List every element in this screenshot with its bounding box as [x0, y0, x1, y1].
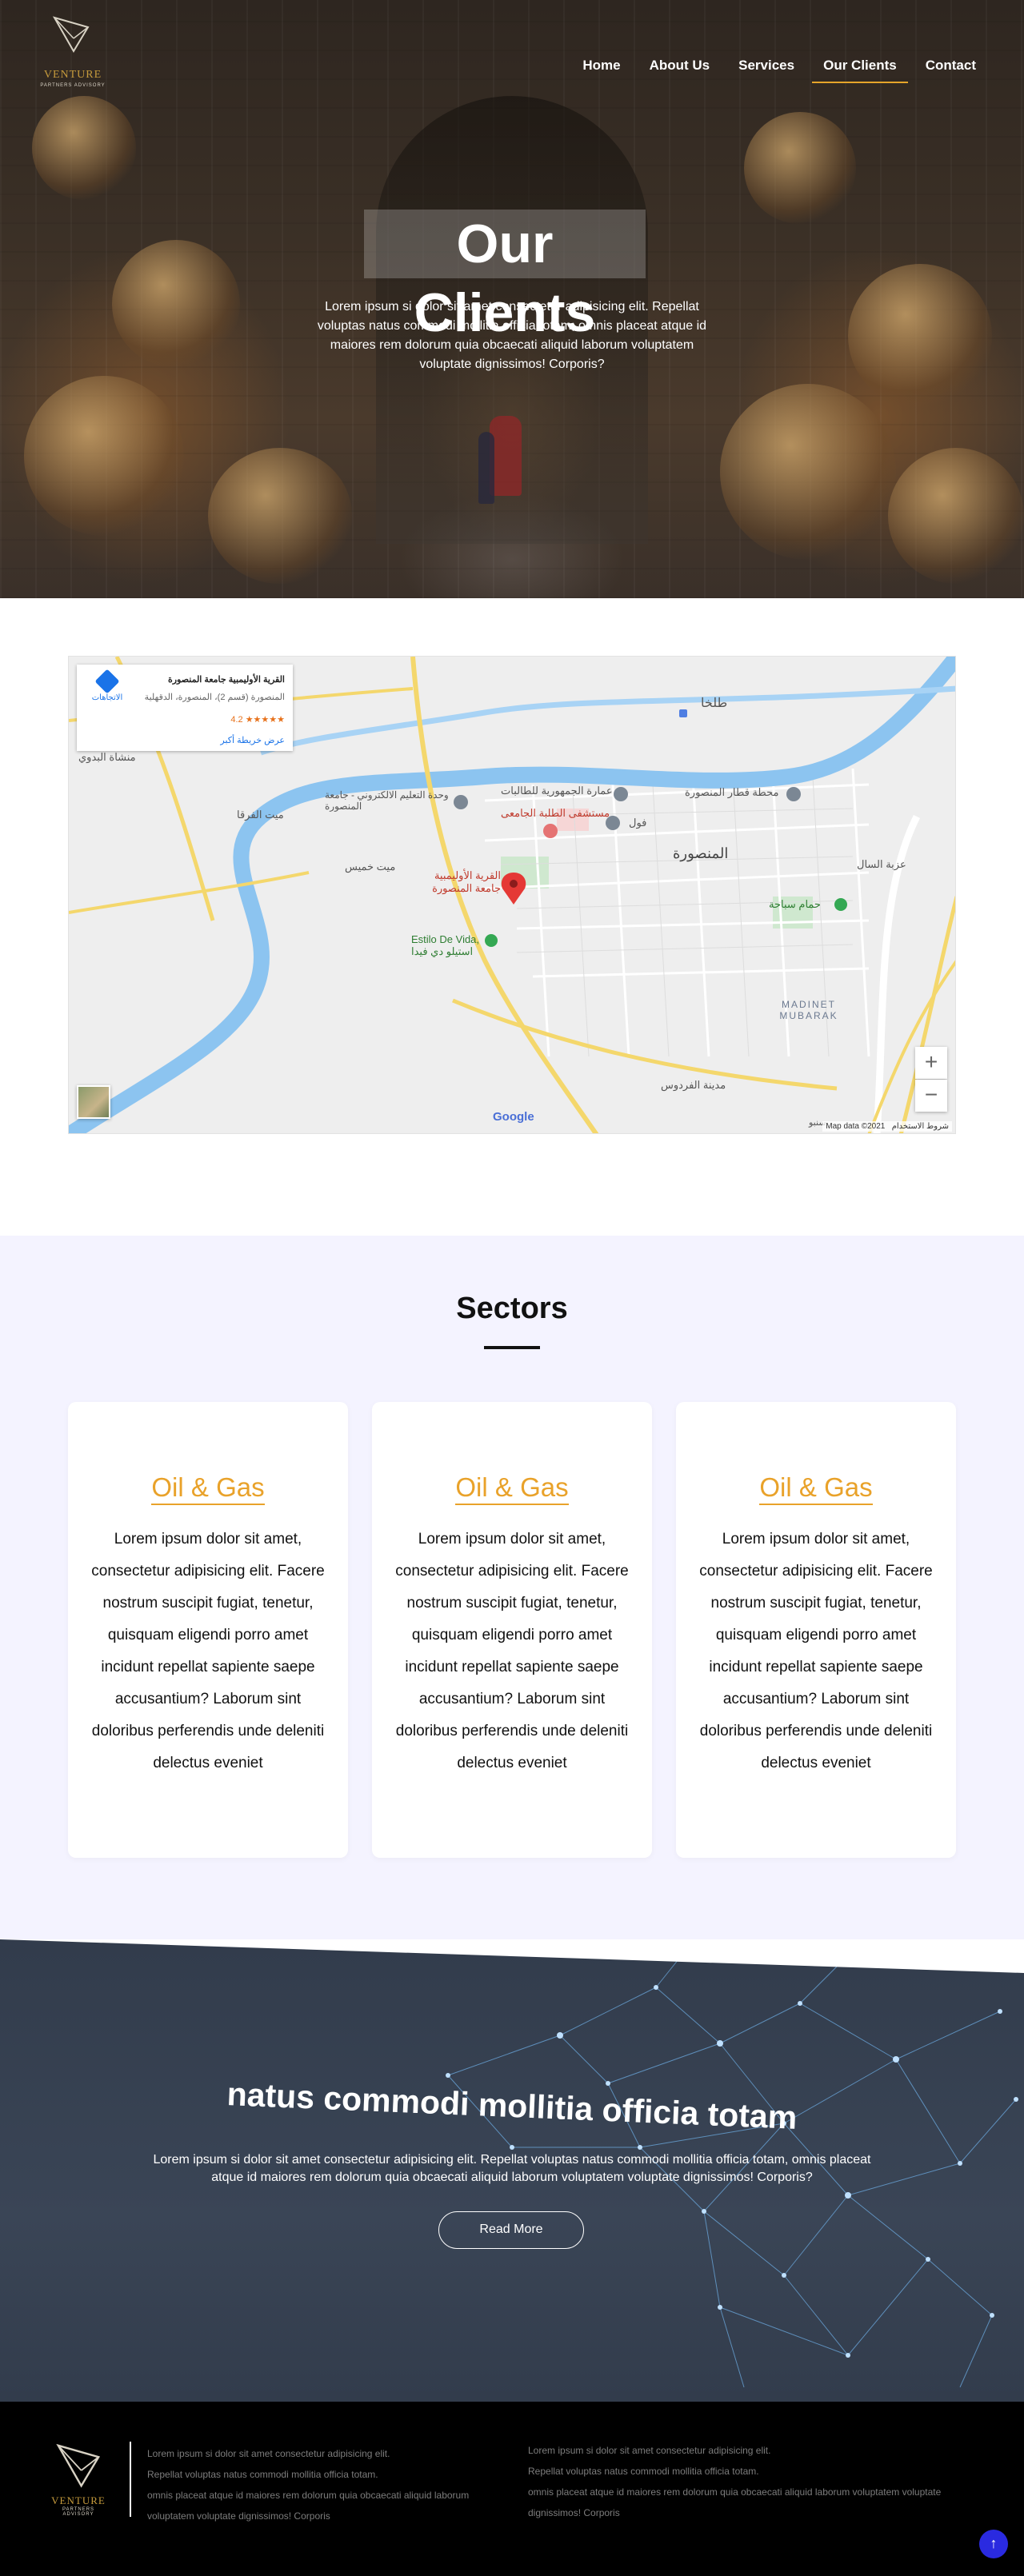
logo-tagline: PARTNERS ADVISORY [40, 83, 106, 88]
main-nav: Home About Us Services Our Clients Conta… [565, 58, 987, 83]
hero-lamp [744, 112, 856, 224]
scroll-to-top-button[interactable]: ↑ [979, 2530, 1008, 2558]
arrow-up-icon: ↑ [990, 2535, 998, 2551]
place-address: المنصورة (قسم 2)، المنصورة، الدقهلية [144, 693, 285, 702]
map-label-madinet-mubarak: MADINET MUBARAK [779, 999, 838, 1021]
hero-lamp [24, 376, 184, 536]
directions-icon [94, 669, 120, 694]
nav-about-us[interactable]: About Us [638, 58, 722, 83]
sector-card-title: Oil & Gas [68, 1472, 348, 1505]
logo-name: VENTURE [43, 69, 102, 81]
map-label-ferdous: مدينة الفردوس [661, 1079, 726, 1091]
nav-home[interactable]: Home [571, 58, 631, 83]
hero-lamp [848, 264, 992, 408]
footer-logo-name: VENTURE [51, 2494, 106, 2506]
google-logo: Google [493, 1110, 534, 1124]
map-label-fool: فول [629, 817, 647, 829]
footer-text-right: Lorem ipsum si dolor sit amet consectetu… [528, 2445, 942, 2518]
place-title: القرية الأوليمبية جامعة المنصورة [167, 675, 285, 685]
map-label-estilo: Estilo De Vida, استيلو دي فيدا [411, 933, 480, 957]
footer: VENTURE PARTNERS ADVISORY Lorem ipsum si… [0, 2402, 1024, 2576]
map-label-dorm: عمارة الجمهورية للطالبات [501, 785, 613, 797]
hero-lamp [208, 448, 352, 584]
nav-contact[interactable]: Contact [914, 58, 987, 83]
cta-description: Lorem ipsum si dolor sit amet consectetu… [153, 2153, 871, 2184]
place-rating: 4.2 ★★★★★ [230, 715, 285, 725]
map-label-station: محطة قطار المنصورة [685, 786, 779, 798]
sector-card-text: Lorem ipsum dolor sit amet, consectetur … [699, 1531, 933, 1771]
hero-lamp [888, 448, 1024, 584]
place-card: الاتجاهات القرية الأوليمبية جامعة المنصو… [77, 665, 293, 751]
map-label-unit: وحدة التعليم الالكتروني - جامعة المنصورة [325, 789, 449, 812]
hero-lamp [32, 96, 136, 200]
sectors-section: Sectors Oil & Gas Lorem ipsum dolor sit … [0, 1236, 1024, 1939]
cta-section: natus commodi mollitia officia totam Lor… [0, 1939, 1024, 2402]
map-label-ezbet: عزبة السال [857, 858, 906, 870]
view-larger-map-link[interactable]: عرض خريطة أكبر [220, 735, 285, 745]
directions-link[interactable]: الاتجاهات [83, 669, 131, 702]
read-more-button[interactable]: Read More [438, 2211, 584, 2249]
map-label-meet-elkorama: ميت الفرقا [237, 809, 284, 821]
map-label-manshaat: منشاة البدوي [78, 751, 136, 763]
map-terms-link[interactable]: شروط الاستخدام [892, 1122, 949, 1131]
zoom-in-button[interactable]: + [915, 1047, 947, 1079]
sectors-title: Sectors [456, 1292, 568, 1325]
hero-figure [478, 432, 494, 504]
sector-card-title: Oil & Gas [372, 1472, 652, 1505]
sector-card: Oil & Gas Lorem ipsum dolor sit amet, co… [372, 1402, 652, 1858]
nav-our-clients[interactable]: Our Clients [812, 58, 908, 83]
footer-text-left: Lorem ipsum si dolor sit amet consectetu… [147, 2448, 470, 2522]
hero-figure [490, 416, 522, 496]
logo-mark-icon [56, 2443, 101, 2488]
map-label-meet-khames: ميت خميس [345, 861, 396, 873]
footer-logo-tagline: PARTNERS ADVISORY [62, 2507, 95, 2517]
title-underline [484, 1346, 540, 1349]
hero-section: VENTURE PARTNERS ADVISORY Home About Us … [0, 0, 1024, 598]
logo-mark-icon [52, 16, 90, 53]
sector-card-title: Oil & Gas [676, 1472, 956, 1505]
zoom-out-button[interactable]: − [915, 1080, 947, 1112]
map-label-pool: حمام سباحة [769, 898, 821, 910]
satellite-toggle[interactable] [77, 1085, 110, 1119]
map-attribution: Map data ©2021 شروط الاستخدام [822, 1121, 952, 1132]
sector-card-text: Lorem ipsum dolor sit amet, consectetur … [395, 1531, 629, 1771]
page-title: Our Clients [364, 210, 646, 343]
footer-logo[interactable]: VENTURE PARTNERS ADVISORY [46, 2442, 110, 2522]
location-map[interactable]: طلخا المنصورة MADINET MUBARAK القرية الأ… [68, 656, 956, 1134]
map-label-olympic-village: القرية الأوليمبية جامعة المنصورة [432, 869, 501, 894]
hero-lamp [112, 240, 240, 368]
map-label-hospital: مستشفى الطلبة الجامعى [501, 807, 610, 819]
nav-services[interactable]: Services [727, 58, 806, 83]
footer-divider [130, 2442, 131, 2517]
sector-card: Oil & Gas Lorem ipsum dolor sit amet, co… [68, 1402, 348, 1858]
hero-lamp [720, 384, 896, 560]
hero-description: Lorem ipsum si dolor sit amet consectetu… [317, 300, 707, 371]
sector-card: Oil & Gas Lorem ipsum dolor sit amet, co… [676, 1402, 956, 1858]
logo[interactable]: VENTURE PARTNERS ADVISORY [37, 14, 109, 94]
map-label-mansoura: المنصورة [673, 845, 729, 861]
map-label-talkha: طلخا [701, 697, 728, 710]
sector-card-text: Lorem ipsum dolor sit amet, consectetur … [91, 1531, 325, 1771]
